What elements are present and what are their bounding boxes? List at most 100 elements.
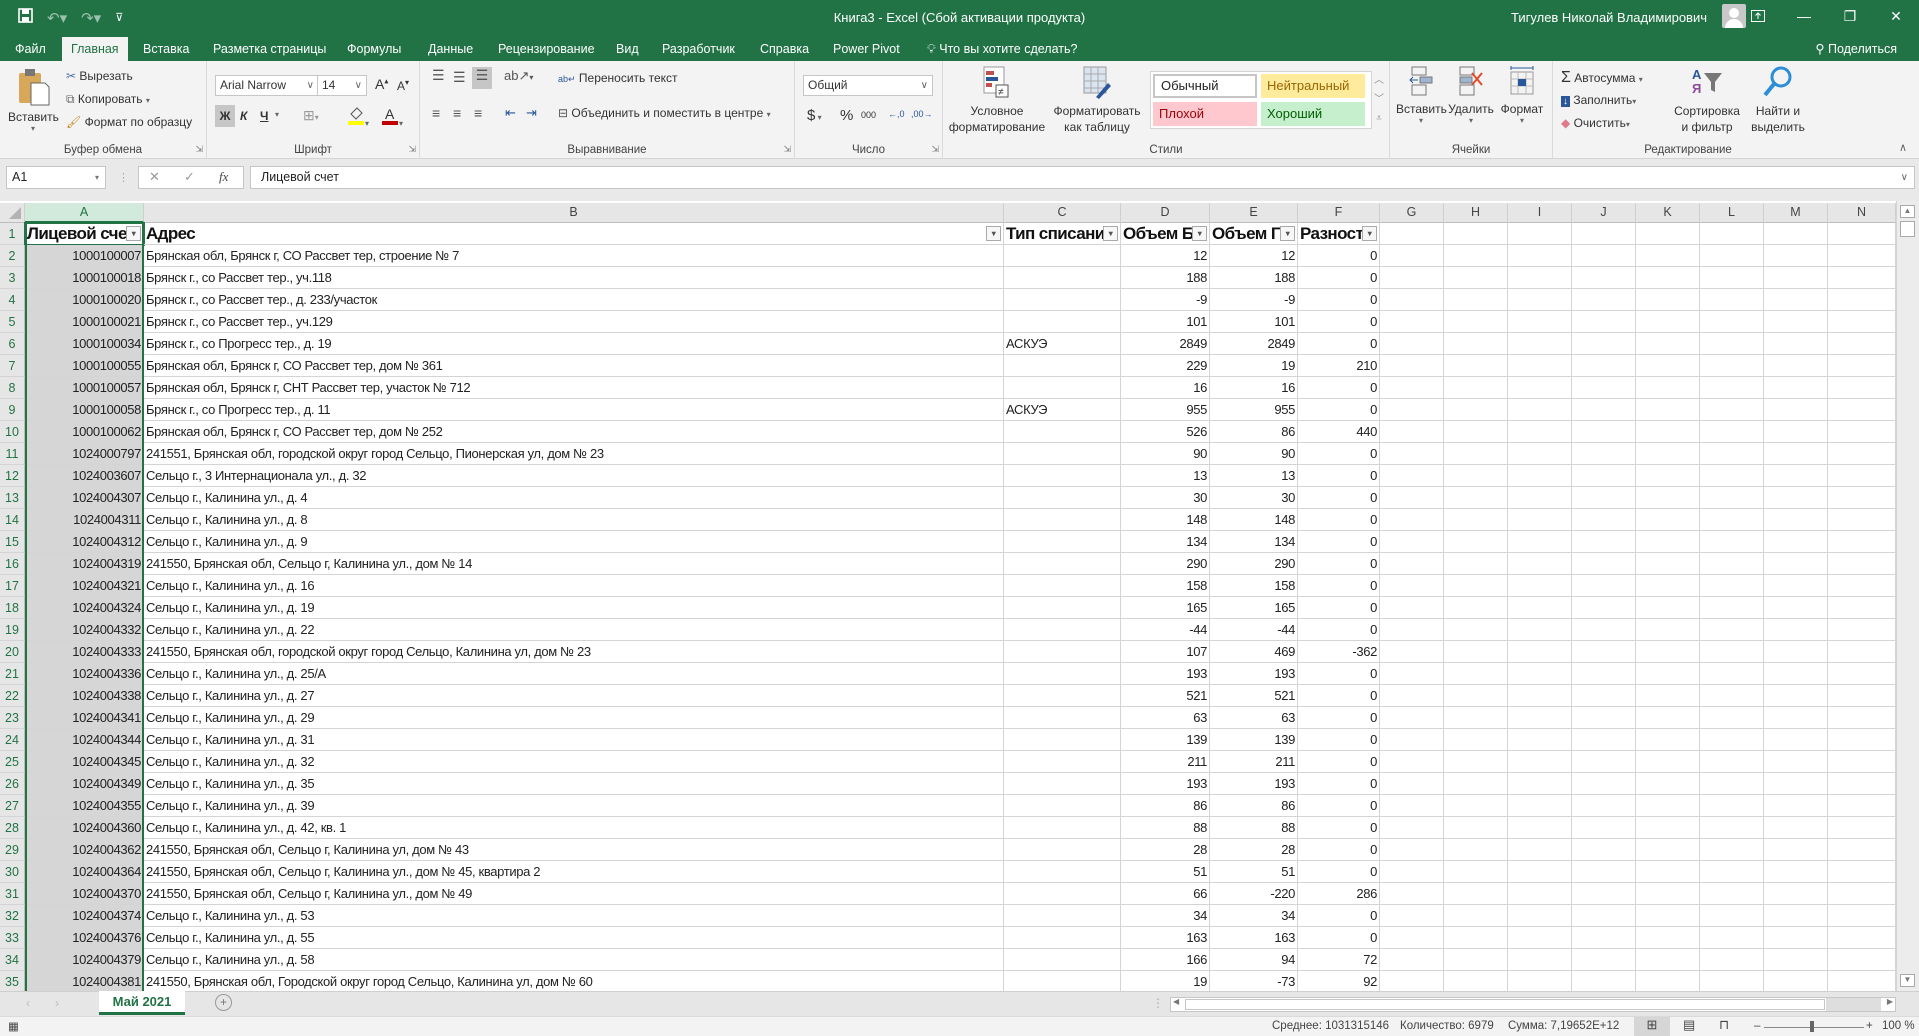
cell[interactable] (1444, 685, 1508, 707)
cell-e[interactable]: 134 (1210, 531, 1298, 553)
cell[interactable] (1828, 575, 1896, 597)
cell-c[interactable] (1004, 663, 1121, 685)
style-neutral[interactable]: Нейтральный (1261, 74, 1365, 98)
cell[interactable] (1636, 597, 1700, 619)
macro-record-icon[interactable]: ▦ (8, 1019, 19, 1033)
cell[interactable] (1764, 949, 1828, 971)
prev-sheet-icon[interactable]: ‹ (26, 996, 30, 1010)
cell[interactable] (1572, 333, 1636, 355)
row-header[interactable]: 33 (0, 927, 25, 949)
cell[interactable] (1636, 245, 1700, 267)
cell[interactable] (1700, 773, 1764, 795)
cell-d[interactable]: 134 (1121, 531, 1210, 553)
dialog-launcher-icon[interactable]: ⇲ (195, 144, 203, 155)
cell-b[interactable]: 241550, Брянская обл, Сельцо г, Калинина… (144, 883, 1004, 905)
cell-a[interactable]: 1000100034 (25, 333, 144, 355)
cell[interactable] (1380, 949, 1444, 971)
column-header-n[interactable]: N (1828, 203, 1896, 223)
cell[interactable] (1828, 729, 1896, 751)
zoom-slider-thumb[interactable] (1810, 1021, 1814, 1032)
cell[interactable] (1636, 817, 1700, 839)
cell[interactable] (1508, 773, 1572, 795)
cell-e[interactable]: 34 (1210, 905, 1298, 927)
row-header[interactable]: 3 (0, 267, 25, 289)
cell[interactable] (1444, 487, 1508, 509)
currency-button[interactable]: $ ▾ (807, 107, 822, 124)
cell[interactable] (1700, 751, 1764, 773)
cell[interactable] (1444, 751, 1508, 773)
cell-b[interactable]: Сельцо г., Калинина ул., д. 25/А (144, 663, 1004, 685)
filter-dropdown-icon[interactable]: ▾ (1362, 226, 1377, 241)
cell-d[interactable]: 86 (1121, 795, 1210, 817)
tell-me-search[interactable]: 💡︎ Что вы хотите сделать? (918, 37, 1086, 61)
column-header-c[interactable]: C (1004, 203, 1121, 223)
row-header[interactable]: 5 (0, 311, 25, 333)
cell-e[interactable]: 90 (1210, 443, 1298, 465)
cell-d[interactable]: 139 (1121, 729, 1210, 751)
cell[interactable] (1508, 421, 1572, 443)
cell[interactable] (1572, 927, 1636, 949)
cell-f[interactable]: 0 (1298, 905, 1380, 927)
cell[interactable] (1380, 751, 1444, 773)
cell[interactable] (1444, 729, 1508, 751)
cell[interactable] (1572, 377, 1636, 399)
cell-d[interactable]: 955 (1121, 399, 1210, 421)
add-sheet-icon[interactable]: + (215, 994, 232, 1011)
row-header[interactable]: 19 (0, 619, 25, 641)
cell[interactable] (1444, 245, 1508, 267)
shrink-font-button[interactable]: A▾ (397, 78, 409, 93)
cell-a[interactable]: 1024004333 (25, 641, 144, 663)
column-header-i[interactable]: I (1508, 203, 1572, 223)
cell[interactable] (1636, 223, 1700, 245)
cell[interactable] (1828, 443, 1896, 465)
user-name[interactable]: Тигулев Николай Владимирович (1511, 10, 1707, 25)
page-break-view-icon[interactable]: ⊓ (1719, 1017, 1729, 1033)
font-size-select[interactable]: 14 ∨ (317, 75, 367, 96)
cell[interactable] (1444, 575, 1508, 597)
cancel-icon[interactable]: ✕ (149, 169, 160, 185)
format-as-table-button[interactable]: Форматировать как таблицу (1051, 65, 1143, 135)
row-header[interactable]: 16 (0, 553, 25, 575)
cell-e[interactable]: 163 (1210, 927, 1298, 949)
cell[interactable] (1700, 399, 1764, 421)
cell-a[interactable]: 1000100020 (25, 289, 144, 311)
cell[interactable] (1444, 707, 1508, 729)
cell[interactable] (1508, 333, 1572, 355)
formula-bar-grip[interactable]: ⋮ (118, 171, 129, 184)
cell[interactable] (1380, 355, 1444, 377)
cell[interactable] (1444, 861, 1508, 883)
cell[interactable] (1444, 839, 1508, 861)
cell[interactable] (1380, 861, 1444, 883)
collapse-ribbon-icon[interactable]: ∧ (1899, 141, 1907, 154)
cell-d[interactable]: -44 (1121, 619, 1210, 641)
cell-b[interactable]: 241550, Брянская обл, Сельцо г, Калинина… (144, 553, 1004, 575)
header-cell-d[interactable]: Объем Б ▾ (1121, 223, 1210, 245)
cell[interactable] (1700, 553, 1764, 575)
cell-e[interactable]: -73 (1210, 971, 1298, 991)
cell[interactable] (1380, 729, 1444, 751)
style-bad[interactable]: Плохой (1153, 102, 1257, 126)
cell[interactable] (1444, 971, 1508, 991)
cell[interactable] (1700, 267, 1764, 289)
cell[interactable] (1828, 377, 1896, 399)
cell[interactable] (1700, 597, 1764, 619)
scroll-right-icon[interactable]: ▶ (1887, 997, 1893, 1006)
cell[interactable] (1508, 443, 1572, 465)
cell-e[interactable]: 12 (1210, 245, 1298, 267)
cell-b[interactable]: Брянская обл, Брянск г, СО Рассвет тер, … (144, 355, 1004, 377)
insert-function-icon[interactable]: fx (219, 169, 228, 185)
row-header[interactable]: 30 (0, 861, 25, 883)
cell-b[interactable]: Сельцо г., Калинина ул., д. 29 (144, 707, 1004, 729)
cell[interactable] (1764, 509, 1828, 531)
cell-a[interactable]: 1024004321 (25, 575, 144, 597)
row-header[interactable]: 11 (0, 443, 25, 465)
cell[interactable] (1444, 597, 1508, 619)
cell[interactable] (1508, 861, 1572, 883)
number-format-select[interactable]: Общий ∨ (803, 75, 933, 96)
horizontal-scroll-thumb[interactable] (1185, 999, 1825, 1010)
cell[interactable] (1444, 817, 1508, 839)
cell-d[interactable]: 158 (1121, 575, 1210, 597)
cell-c[interactable] (1004, 289, 1121, 311)
cell-d[interactable]: 16 (1121, 377, 1210, 399)
cell-e[interactable]: 211 (1210, 751, 1298, 773)
